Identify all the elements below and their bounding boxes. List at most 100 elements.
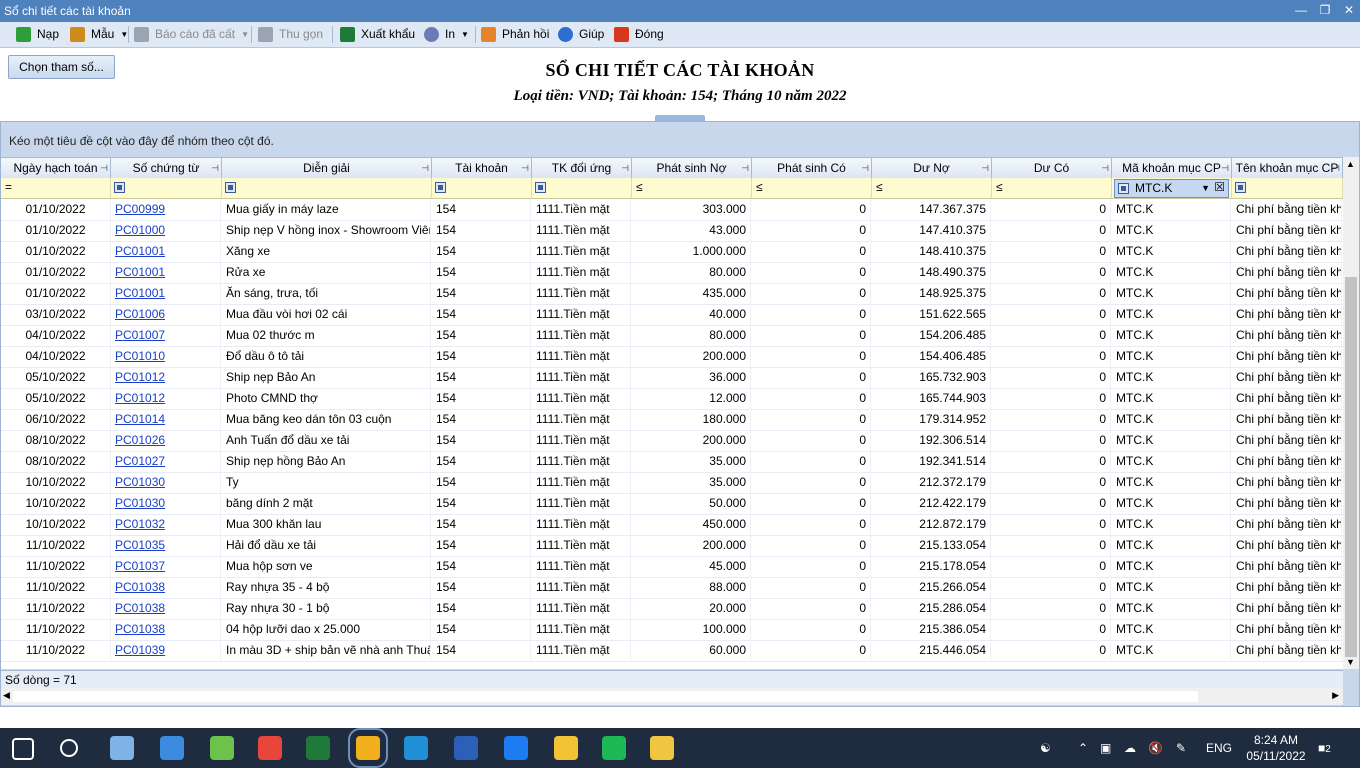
cell-voucher[interactable]: PC01000	[111, 220, 221, 241]
cell-voucher[interactable]: PC01030	[111, 493, 221, 514]
clock[interactable]: 8:24 AM 05/11/2022	[1236, 732, 1316, 764]
table-row[interactable]: 05/10/2022 PC01012 Photo CMND thợ 154 1111.T…	[1, 388, 1343, 410]
voucher-link[interactable]: PC01038	[115, 580, 165, 594]
paint-icon[interactable]	[110, 736, 134, 760]
notification-icon[interactable]: ■2	[1318, 728, 1331, 768]
filter-operator[interactable]: ≤	[876, 180, 883, 194]
voucher-link[interactable]: PC01038	[115, 622, 165, 636]
cell-voucher[interactable]: PC01038	[111, 619, 221, 640]
voucher-link[interactable]: PC01030	[115, 475, 165, 489]
cost-item-filter-input[interactable]: MTC.K ▼ ☒	[1114, 179, 1229, 198]
voucher-link[interactable]: PC01014	[115, 412, 165, 426]
table-row[interactable]: 03/10/2022 PC01006 Mua đầu vòi hơi 02 cái 1…	[1, 304, 1343, 326]
network-icon[interactable]: ▣	[1100, 728, 1111, 768]
feedback-button[interactable]: Phản hồi	[481, 25, 549, 43]
pin-icon[interactable]: ⊣	[1101, 158, 1109, 178]
voucher-link[interactable]: PC01032	[115, 517, 165, 531]
collapse-button[interactable]: Thu gọn	[258, 25, 323, 43]
voucher-link[interactable]: PC01026	[115, 433, 165, 447]
cell-voucher[interactable]: PC01001	[111, 262, 221, 283]
table-row[interactable]: 01/10/2022 PC01001 Rửa xe 154 1111.Tiền mặt 8…	[1, 262, 1343, 284]
table-row[interactable]: 11/10/2022 PC01038 Ray nhựa 35 - 4 bộ 154 11…	[1, 577, 1343, 599]
help-button[interactable]: Giúp	[558, 25, 604, 43]
word-icon[interactable]	[454, 736, 478, 760]
table-row[interactable]: 08/10/2022 PC01026 Anh Tuấn đổ dầu xe tải 1…	[1, 430, 1343, 452]
cell-voucher[interactable]: PC01035	[111, 535, 221, 556]
pin-icon[interactable]: ⊣	[421, 158, 429, 178]
voucher-link[interactable]: PC01012	[115, 370, 165, 384]
column-header-description[interactable]: Diễn giải ⊣	[222, 158, 432, 178]
column-header-debit-balance[interactable]: Dư Nợ ⊣	[872, 158, 992, 178]
voucher-link[interactable]: PC01038	[115, 601, 165, 615]
voucher-link[interactable]: PC01027	[115, 454, 165, 468]
table-row[interactable]: 01/10/2022 PC01000 Ship nẹp V hồng inox - …	[1, 220, 1343, 242]
restore-icon[interactable]: ❐	[1318, 2, 1332, 18]
column-header-counter-account[interactable]: TK đối ứng ⊣	[532, 158, 632, 178]
cell-voucher[interactable]: PC01001	[111, 283, 221, 304]
table-row[interactable]: 06/10/2022 PC01014 Mua băng keo dán tôn 03…	[1, 409, 1343, 431]
pin-icon[interactable]: ⊣	[1332, 158, 1340, 178]
search-icon[interactable]	[60, 739, 78, 757]
voucher-link[interactable]: PC01035	[115, 538, 165, 552]
voucher-link[interactable]: PC01001	[115, 265, 165, 279]
filter-cell-counter-account[interactable]	[532, 178, 632, 198]
voucher-link[interactable]: PC01001	[115, 244, 165, 258]
vertical-scrollbar[interactable]: ▲ ▼	[1343, 157, 1359, 669]
table-row[interactable]: 05/10/2022 PC01012 Ship nẹp Bảo An 154 1111.…	[1, 367, 1343, 389]
cell-voucher[interactable]: PC01032	[111, 514, 221, 535]
zalo-icon[interactable]	[504, 736, 528, 760]
reload-button[interactable]: Nạp	[16, 25, 59, 43]
table-row[interactable]: 01/10/2022 PC01001 Ăn sáng, trưa, tối 154 11…	[1, 283, 1343, 305]
chevron-down-icon[interactable]: ▼	[1346, 657, 1355, 667]
people-icon[interactable]: ☯	[1040, 728, 1051, 768]
print-button[interactable]: In ▼	[424, 25, 469, 43]
table-row[interactable]: 11/10/2022 PC01035 Hải đổ dầu xe tải 154 111…	[1, 535, 1343, 557]
column-header-account[interactable]: Tài khoản ⊣	[432, 158, 532, 178]
pin-icon[interactable]: ⊣	[981, 158, 989, 178]
table-row[interactable]: 08/10/2022 PC01027 Ship nẹp hồng Bảo An 154…	[1, 451, 1343, 473]
cell-voucher[interactable]: PC01038	[111, 598, 221, 619]
cell-voucher[interactable]: PC01039	[111, 640, 221, 661]
misa-report-icon[interactable]	[348, 728, 388, 768]
voucher-link[interactable]: PC01001	[115, 286, 165, 300]
voucher-link[interactable]: PC01012	[115, 391, 165, 405]
cell-voucher[interactable]: PC00999	[111, 199, 221, 220]
chevron-left-icon[interactable]: ◀	[3, 690, 10, 701]
cell-voucher[interactable]: PC01001	[111, 241, 221, 262]
chrome-icon[interactable]	[258, 736, 282, 760]
edge-icon[interactable]	[404, 736, 428, 760]
scrollbar-thumb[interactable]	[1345, 277, 1357, 657]
table-row[interactable]: 11/10/2022 PC01038 04 hộp lưỡi dao x 25.00…	[1, 619, 1343, 641]
group-by-area[interactable]: Kéo một tiêu đề cột vào đây để nhóm theo…	[9, 134, 274, 148]
column-header-cost-item-code[interactable]: Mã khoản mục CP ⊣	[1112, 158, 1232, 178]
column-header-voucher[interactable]: Số chứng từ ⊣	[111, 158, 222, 178]
notes-icon[interactable]	[650, 736, 674, 760]
column-header-cost-item-name[interactable]: Tên khoản mục CP ⊣	[1232, 158, 1343, 178]
cell-voucher[interactable]: PC01007	[111, 325, 221, 346]
chevron-up-icon[interactable]: ▲	[1346, 159, 1355, 169]
voucher-link[interactable]: PC01037	[115, 559, 165, 573]
table-row[interactable]: 10/10/2022 PC01032 Mua 300 khăn lau 154 1111…	[1, 514, 1343, 536]
start-icon[interactable]	[12, 738, 34, 760]
excel-icon[interactable]	[306, 736, 330, 760]
table-row[interactable]: 10/10/2022 PC01030 băng dính 2 mặt 154 1111.…	[1, 493, 1343, 515]
cell-voucher[interactable]: PC01027	[111, 451, 221, 472]
column-header-date[interactable]: Ngày hạch toán ⊣	[1, 158, 111, 178]
cell-voucher[interactable]: PC01026	[111, 430, 221, 451]
minimize-icon[interactable]: —	[1294, 2, 1308, 18]
voucher-link[interactable]: PC01030	[115, 496, 165, 510]
file-explorer-icon[interactable]	[554, 736, 578, 760]
volume-muted-icon[interactable]: 🔇	[1148, 728, 1163, 768]
table-row[interactable]: 11/10/2022 PC01039 In màu 3D + ship bản vẽ…	[1, 640, 1343, 662]
filter-operator[interactable]: ≤	[996, 180, 1003, 194]
pin-icon[interactable]: ⊣	[521, 158, 529, 178]
cell-voucher[interactable]: PC01030	[111, 472, 221, 493]
clear-filter-icon[interactable]: ☒	[1214, 180, 1225, 194]
template-button[interactable]: Mẫu ▼	[70, 25, 128, 43]
filter-cell-account[interactable]	[432, 178, 532, 198]
pin-icon[interactable]: ⊣	[100, 158, 108, 178]
language-indicator[interactable]: ENG	[1206, 728, 1232, 768]
filter-cell-description[interactable]	[222, 178, 432, 198]
filter-operator[interactable]: ≤	[636, 180, 643, 194]
chevron-right-icon[interactable]: ▶	[1332, 690, 1339, 701]
